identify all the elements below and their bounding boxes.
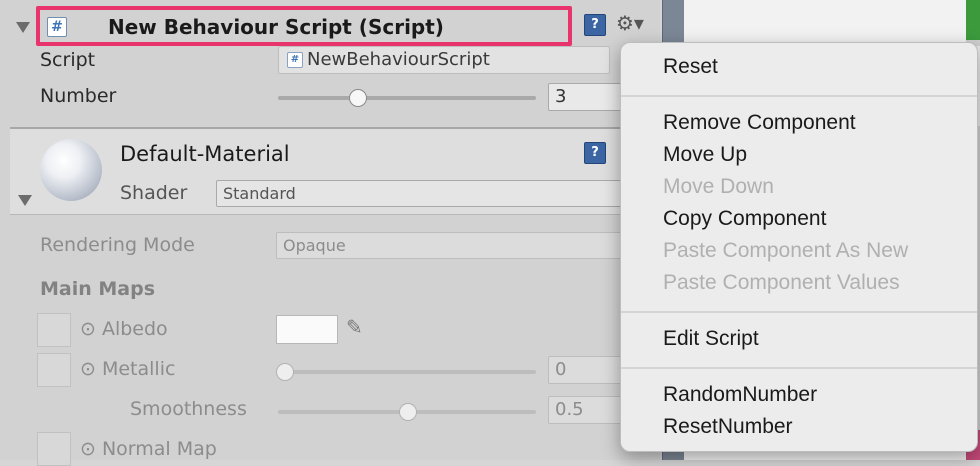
menu-item-paste-values: Paste Component Values [663, 271, 900, 294]
smoothness-slider-thumb[interactable] [399, 403, 417, 421]
menu-separator [621, 311, 977, 313]
metallic-texture-slot[interactable] [37, 353, 71, 387]
collapse-triangle-icon[interactable] [16, 22, 30, 33]
metallic-label: ⊙ Metallic [80, 358, 176, 380]
inspector-panel: # New Behaviour Script (Script) ? ⚙▾ Scr… [0, 0, 660, 466]
menu-item-move-up[interactable]: Move Up [663, 143, 747, 167]
shader-label: Shader [120, 182, 188, 204]
component-context-menu: Reset Remove Component Move Up Move Down… [620, 42, 978, 452]
material-divider [10, 214, 660, 215]
smoothness-label: Smoothness [130, 398, 247, 420]
script-field[interactable]: NewBehaviourScript [278, 46, 610, 74]
script-file-icon: # [287, 52, 303, 68]
script-label: Script [40, 49, 96, 71]
albedo-color-swatch[interactable] [276, 315, 338, 344]
shader-dropdown[interactable]: Standard [216, 180, 626, 207]
menu-item-move-down: Move Down [663, 175, 774, 198]
normal-map-texture-slot[interactable] [37, 432, 71, 466]
smoothness-value: 0.5 [555, 399, 584, 420]
material-name: Default-Material [120, 142, 290, 166]
shader-value: Standard [223, 184, 296, 203]
number-label: Number [40, 85, 117, 107]
number-slider-thumb[interactable] [349, 89, 367, 107]
material-collapse-triangle-icon[interactable] [18, 195, 32, 206]
gear-icon[interactable]: ⚙▾ [616, 13, 644, 33]
menu-item-remove-component[interactable]: Remove Component [663, 111, 856, 135]
rendering-mode-dropdown[interactable]: Opaque [276, 232, 626, 259]
material-preview-sphere [40, 139, 102, 201]
script-value: NewBehaviourScript [307, 49, 490, 70]
rendering-mode-label: Rendering Mode [40, 234, 195, 256]
albedo-texture-slot[interactable] [37, 313, 71, 347]
menu-item-paste-as-new: Paste Component As New [663, 239, 909, 262]
number-field[interactable]: 3 [548, 83, 628, 111]
metallic-value: 0 [555, 359, 567, 380]
metallic-slider-track[interactable] [278, 370, 536, 374]
menu-separator [621, 95, 977, 97]
rendering-mode-value: Opaque [283, 236, 346, 255]
menu-item-random-number[interactable]: RandomNumber [663, 383, 817, 407]
main-maps-label: Main Maps [40, 278, 156, 300]
metallic-field[interactable]: 0 [548, 356, 628, 384]
menu-separator [621, 367, 977, 369]
menu-item-reset-number[interactable]: ResetNumber [663, 415, 793, 439]
metallic-slider-thumb[interactable] [276, 363, 294, 381]
normal-map-label: ⊙ Normal Map [80, 438, 217, 460]
component-title-highlight [36, 6, 572, 46]
help-icon[interactable]: ? [584, 14, 606, 36]
material-help-icon[interactable]: ? [584, 142, 606, 164]
number-slider-track[interactable] [278, 96, 536, 100]
eyedropper-icon[interactable]: ✎ [346, 315, 363, 339]
menu-item-copy-component[interactable]: Copy Component [663, 207, 826, 231]
albedo-label: ⊙ Albedo [80, 318, 168, 340]
menu-item-reset[interactable]: Reset [663, 55, 718, 79]
number-value: 3 [555, 86, 567, 107]
menu-item-edit-script[interactable]: Edit Script [663, 327, 759, 351]
smoothness-field[interactable]: 0.5 [548, 396, 628, 424]
